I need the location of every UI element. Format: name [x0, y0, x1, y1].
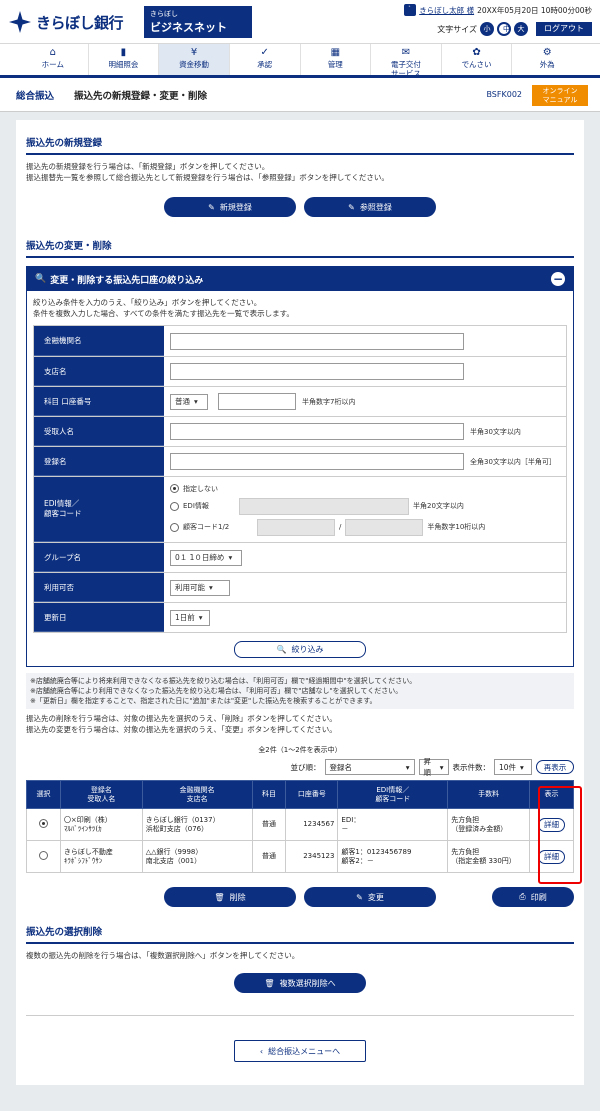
nav-forex[interactable]: ⚙ 外為	[511, 44, 582, 75]
order-select[interactable]: 昇順 ▾	[418, 757, 449, 777]
customer-code-1-input[interactable]	[257, 518, 335, 536]
approval-icon: ✓	[260, 47, 269, 58]
filter-panel: 🔍 変更・削除する振込先口座の絞り込み − 絞り込み条件を入力のうえ、「絞り込み…	[26, 266, 574, 667]
new-reg-title: 振込先の新規登録	[26, 126, 574, 155]
mail-icon: ✉	[401, 47, 411, 58]
chevron-left-icon: ‹	[259, 1046, 264, 1056]
redisplay-button[interactable]: 再表示	[536, 760, 574, 774]
filter-panel-header[interactable]: 🔍 変更・削除する振込先口座の絞り込み −	[27, 267, 573, 291]
printer-icon: ⎙	[519, 892, 526, 901]
bulk-delete-title: 振込先の選択削除	[26, 915, 574, 944]
result-count: 全2件（1〜2件を表示中）	[258, 746, 342, 754]
account-number-input[interactable]	[218, 393, 296, 410]
pencil-icon: ✎	[356, 892, 363, 902]
reference-register-button[interactable]: ✎ 参照登録	[304, 197, 436, 217]
bank-logo[interactable]: きらぼし銀行	[8, 10, 124, 34]
densai-icon: ✿	[472, 47, 481, 58]
nav-admin[interactable]: ▦ 管理	[299, 44, 371, 75]
filter-button[interactable]: 🔍 絞り込み	[234, 641, 366, 658]
logout-button[interactable]: ログアウト	[536, 22, 592, 36]
delete-button[interactable]: 🗑 削除	[164, 887, 296, 907]
home-icon: ⌂	[49, 47, 56, 58]
table-row[interactable]: 〇×印刷（株） ﾏﾙﾊﾞﾂｲﾝｻﾂ(ｶ きらぼし銀行（0137） 浜松町支店（076…	[26, 808, 574, 841]
new-register-button[interactable]: ✎ 新規登録	[164, 197, 296, 217]
trash-icon: 🗑	[264, 978, 275, 988]
row-select-radio[interactable]	[38, 850, 48, 860]
per-page-select[interactable]: 10件 ▾	[494, 759, 532, 775]
nav-approval[interactable]: ✓ 承認	[228, 44, 300, 75]
print-button[interactable]: ⎙ 印刷	[492, 887, 574, 907]
availability-select[interactable]: 利用可能 ▾	[170, 579, 230, 596]
header: きらぼし銀行 きらぼし ビジネスネット ﾞ きらぼし太郎 様 20XX年05月2…	[0, 0, 600, 44]
screen-code: BSFK002	[486, 90, 522, 99]
radio-icon	[170, 484, 179, 493]
yen-icon: ¥	[190, 47, 198, 58]
dropdown-icon: ▾	[194, 397, 198, 406]
dropdown-icon: ▾	[228, 553, 233, 562]
sort-select[interactable]: 登録名 ▾	[324, 759, 415, 775]
admin-icon: ▦	[330, 47, 341, 58]
edi-info-input[interactable]	[239, 497, 409, 515]
section-name: 総合振込	[16, 90, 55, 102]
trash-icon: 🗑	[214, 892, 225, 902]
update-date-select[interactable]: 1日前 ▾	[170, 609, 210, 626]
radio-icon	[170, 522, 179, 532]
page-title: 振込先の新規登録・変更・削除	[74, 90, 208, 102]
document-icon: ▮	[120, 47, 127, 58]
main-content: 振込先の新規登録 振込先の新規登録を行う場合は、「新規登録」ボタンを押してくださ…	[16, 120, 584, 1085]
radio-icon	[170, 501, 179, 511]
user-info: ﾞ きらぼし太郎 様 20XX年05月20日 10時00分00秒	[404, 4, 592, 16]
pencil-icon: ✎	[348, 202, 355, 212]
font-medium-button[interactable]: 中	[497, 22, 511, 36]
dropdown-icon: ▾	[198, 613, 203, 622]
account-type-select[interactable]: 普通 ▾	[170, 393, 208, 410]
register-name-input[interactable]	[170, 453, 464, 470]
nav-home[interactable]: ⌂ ホーム	[18, 44, 88, 75]
dropdown-icon: ▾	[520, 762, 524, 772]
global-nav: ⌂ ホーム ▮ 明細照会 ¥ 資金移動 ✓ 承認 ▦ 管理 ✉ 電子交付 サービス ✿ でんさ…	[0, 44, 600, 78]
edi-info-option[interactable]: EDI情報 半角20文字以内	[170, 497, 464, 515]
customer-code-option[interactable]: 顧客コード1/2/半角数字10桁以内	[170, 518, 485, 536]
search-icon: 🔍	[35, 274, 47, 284]
service-logo: きらぼし ビジネスネット	[144, 6, 252, 38]
font-small-button[interactable]: 小	[480, 22, 494, 36]
id-card-icon: ﾞ	[404, 4, 417, 16]
new-reg-note-1: 振込先の新規登録を行う場合は、「新規登録」ボタンを押してください。	[26, 162, 270, 171]
dropdown-icon: ▾	[209, 583, 213, 592]
font-large-button[interactable]: 大	[514, 22, 528, 36]
forex-icon: ⚙	[542, 47, 552, 58]
filter-form: 金融機関名 支店名 科目 口座番号 普通 ▾ 半角数字7桁以内 受取人名 半角30文字以…	[33, 325, 567, 633]
group-select[interactable]: 0１ 1０日締め ▾	[170, 549, 242, 566]
edi-none-option[interactable]: 指定しない	[170, 484, 218, 494]
nav-densai[interactable]: ✿ でんさい	[440, 44, 512, 75]
bank-name: きらぼし銀行	[36, 13, 124, 32]
bulk-delete-button[interactable]: 🗑 複数選択削除へ	[234, 973, 366, 993]
nav-statement[interactable]: ▮ 明細照会	[87, 44, 159, 75]
back-to-menu-button[interactable]: ‹ 総合振込メニューへ	[234, 1040, 366, 1062]
font-size-control: 文字サイズ 小 中 大 ログアウト	[437, 22, 592, 36]
dropdown-icon: ▾	[439, 762, 444, 772]
change-title: 振込先の変更・削除	[26, 229, 574, 258]
table-row[interactable]: きらぼし不動産 ｷﾗﾎﾞｼﾌﾄﾞｳｻﾝ △△銀行（9998） 南北支店（001） 普…	[26, 840, 574, 873]
user-name-link[interactable]: きらぼし太郎 様	[419, 5, 474, 16]
star-logo-icon	[9, 11, 31, 33]
new-reg-note-2: 振込振替先一覧を参照して総合振込先として新規登録を行う場合は、「参照登録」ボタン…	[26, 173, 389, 182]
breadcrumb: 総合振込 振込先の新規登録・変更・削除 BSFK002 オンライン マニュアル	[0, 78, 600, 112]
nav-transfer[interactable]: ¥ 資金移動	[158, 44, 229, 75]
payee-name-input[interactable]	[170, 423, 464, 440]
branch-name-input[interactable]	[170, 363, 464, 380]
search-icon: 🔍	[276, 645, 287, 654]
row-select-radio[interactable]	[38, 818, 48, 828]
bank-name-input[interactable]	[170, 332, 464, 350]
nav-edelivery[interactable]: ✉ 電子交付 サービス	[370, 44, 441, 78]
change-button[interactable]: ✎ 変更	[304, 887, 436, 907]
highlight-box	[538, 786, 582, 884]
login-datetime: 20XX年05月20日 10時00分00秒	[477, 5, 592, 15]
online-manual-button[interactable]: オンライン マニュアル	[532, 85, 588, 106]
collapse-icon[interactable]: −	[551, 272, 565, 286]
payee-table: 選択 登録名 受取人名 金融機関名 支店名 科目 口座番号 EDI情報／ 顧客コ…	[26, 780, 574, 873]
customer-code-2-input[interactable]	[345, 518, 424, 536]
pencil-icon: ✎	[208, 202, 215, 212]
dropdown-icon: ▾	[405, 762, 410, 772]
